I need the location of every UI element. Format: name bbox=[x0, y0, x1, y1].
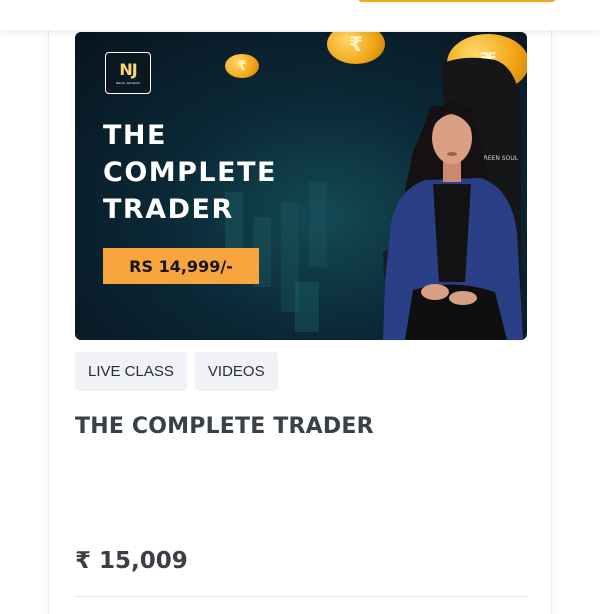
tag-videos[interactable]: VIDEOS bbox=[194, 352, 278, 391]
course-price: ₹ 15,009 bbox=[75, 548, 188, 574]
chair-label: GREEN SOUL bbox=[479, 155, 519, 162]
course-title[interactable]: THE COMPLETE TRADER bbox=[75, 414, 374, 439]
divider bbox=[75, 596, 527, 597]
banner-title: THE COMPLETE TRADER bbox=[103, 120, 277, 225]
top-bar bbox=[0, 0, 600, 30]
logo-text: NEHA JANGRA bbox=[115, 80, 141, 85]
banner-price-badge: RS 14,999/- bbox=[103, 248, 259, 284]
course-banner-image[interactable]: ₹ ₹ ₹ NJ NEHA JANGRA THE COMPLETE TRADER… bbox=[75, 32, 527, 340]
brand-logo: NJ NEHA JANGRA bbox=[105, 52, 151, 94]
tag-live-class[interactable]: LIVE CLASS bbox=[75, 352, 187, 391]
top-accent-button[interactable] bbox=[358, 0, 556, 2]
course-card[interactable]: ₹ ₹ ₹ NJ NEHA JANGRA THE COMPLETE TRADER… bbox=[48, 26, 552, 614]
instructor-photo: GREEN SOUL bbox=[383, 57, 523, 340]
logo-mark: NJ bbox=[119, 59, 137, 79]
course-tags: LIVE CLASS VIDEOS bbox=[75, 352, 278, 391]
coin-icon: ₹ bbox=[225, 54, 259, 78]
